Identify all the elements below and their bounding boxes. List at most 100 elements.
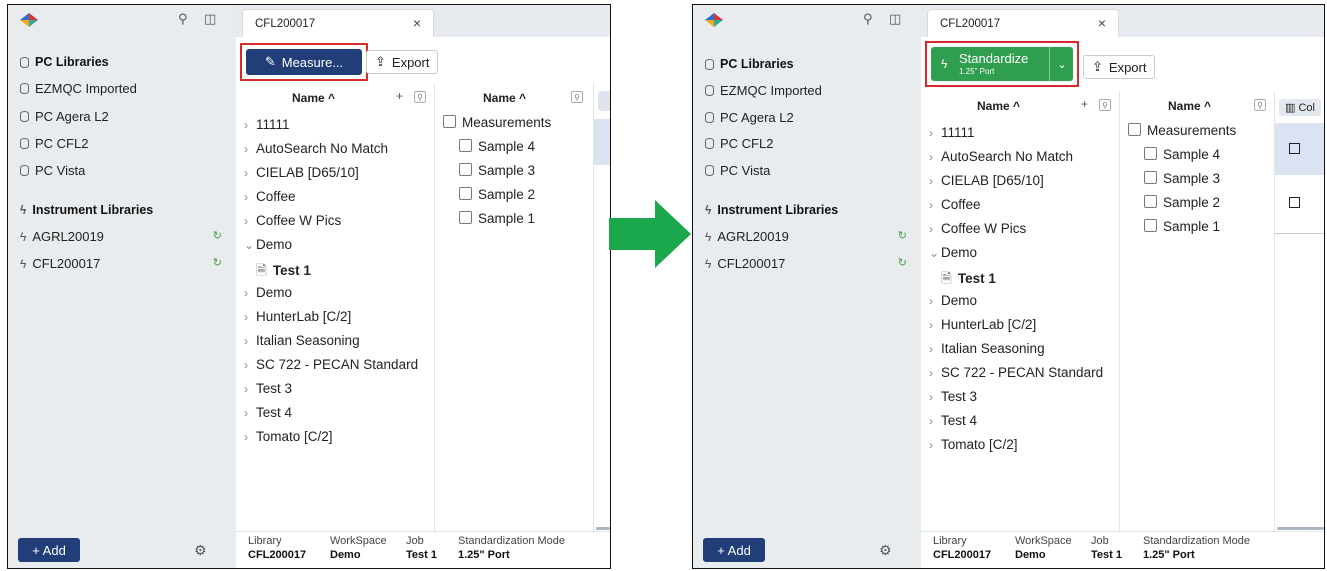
tree-item[interactable]: › SC 722 - PECAN Standard xyxy=(244,357,418,372)
export-button[interactable]: ⇪ Export xyxy=(366,50,439,74)
tree-item[interactable]: › 11111 xyxy=(244,117,290,132)
checkbox[interactable] xyxy=(1144,219,1157,232)
checkbox[interactable] xyxy=(1144,171,1157,184)
tree-item[interactable]: › Test 4 xyxy=(244,405,292,420)
tree-item[interactable]: › SC 722 - PECAN Standard xyxy=(929,365,1103,380)
sidebar-item-pc-vista[interactable]: PC Vista xyxy=(20,163,85,178)
tree-item[interactable]: › AutoSearch No Match xyxy=(929,149,1073,164)
sidebar-item-agrl20019[interactable]: ϟ AGRL20019 xyxy=(20,229,220,244)
tab-cfl200017[interactable]: CFL200017 × xyxy=(242,9,434,37)
database-icon xyxy=(705,85,714,96)
tree-item[interactable]: › Tomato [C/2] xyxy=(244,429,333,444)
checkbox[interactable] xyxy=(1144,147,1157,160)
tree-item[interactable]: › AutoSearch No Match xyxy=(244,141,388,156)
tree-item[interactable]: › Coffee W Pics xyxy=(244,213,341,228)
tree-item[interactable]: ⌄ Demo xyxy=(244,237,292,252)
checkbox[interactable] xyxy=(443,115,456,128)
sidebar-item-ezmqc[interactable]: EZMQC Imported xyxy=(705,83,822,98)
add-icon[interactable]: + xyxy=(1081,97,1088,111)
sync-icon[interactable]: ↻ xyxy=(898,229,907,242)
sample-item[interactable]: Sample 1 xyxy=(459,211,535,226)
add-icon[interactable]: + xyxy=(396,89,403,103)
toolbar: ϟ Standardize 1.25" Port ⌄ ⇪ Export xyxy=(921,37,1324,92)
tab-bar: CFL200017 × xyxy=(236,5,610,37)
grid-scrollbar[interactable] xyxy=(1277,527,1324,530)
measurements-item[interactable]: Measurements xyxy=(1128,123,1236,138)
name-sort-header[interactable]: Name ^ xyxy=(483,91,526,105)
export-button[interactable]: ⇪ Export xyxy=(1083,55,1156,79)
search-icon[interactable]: ⚲ xyxy=(178,11,188,27)
tree-item[interactable]: › 11111 xyxy=(929,125,975,140)
search-icon[interactable]: ⚲ xyxy=(414,91,426,103)
sidebar-item-pc-vista[interactable]: PC Vista xyxy=(705,163,770,178)
add-button[interactable]: + Add xyxy=(703,538,765,562)
sidebar-item-pc-cfl2[interactable]: PC CFL2 xyxy=(20,136,88,151)
close-icon[interactable]: × xyxy=(1098,15,1106,31)
close-icon[interactable]: × xyxy=(413,15,421,31)
database-icon xyxy=(705,138,714,149)
sample-item[interactable]: Sample 1 xyxy=(1144,219,1220,234)
measurements-item[interactable]: Measurements xyxy=(443,115,551,130)
sample-item[interactable]: Sample 2 xyxy=(1144,195,1220,210)
sidebar-item-cfl200017[interactable]: ϟ CFL200017 xyxy=(20,256,100,271)
checkbox[interactable] xyxy=(1144,195,1157,208)
tree-item[interactable]: › Test 3 xyxy=(929,389,977,404)
checkbox[interactable] xyxy=(459,139,472,152)
columns-button[interactable]: ▥ Col xyxy=(1279,99,1321,116)
sample-item[interactable]: Sample 2 xyxy=(459,187,535,202)
sync-icon[interactable]: ↻ xyxy=(213,229,222,242)
panel-toggle-icon[interactable]: ◫ xyxy=(889,11,901,27)
sample-item[interactable]: Sample 3 xyxy=(459,163,535,178)
checkbox[interactable] xyxy=(459,163,472,176)
sidebar-item-pc-cfl2[interactable]: PC CFL2 xyxy=(705,136,773,151)
search-icon[interactable]: ⚲ xyxy=(571,91,583,103)
tree-item[interactable]: › Italian Seasoning xyxy=(244,333,360,348)
search-icon[interactable]: ⚲ xyxy=(1099,99,1111,111)
tree-item[interactable]: › Test 4 xyxy=(929,413,977,428)
tab-cfl200017[interactable]: CFL200017 × xyxy=(927,9,1119,37)
sidebar-item-ezmqc[interactable]: EZMQC Imported xyxy=(20,81,137,96)
checkbox[interactable] xyxy=(459,211,472,224)
tree-item[interactable]: ⌄ Demo xyxy=(929,245,977,260)
app-logo-icon xyxy=(20,13,38,27)
tree-item-selected[interactable]: 🗎 Test 1 xyxy=(941,269,996,292)
tree-item[interactable]: › Tomato [C/2] xyxy=(929,437,1018,452)
sync-icon[interactable]: ↻ xyxy=(898,256,907,269)
sidebar: ⚲ ◫ PC Libraries EZMQC Imported PC Agera… xyxy=(693,5,922,568)
sidebar-item-pc-agera[interactable]: PC Agera L2 xyxy=(705,110,794,125)
tree-item[interactable]: › Coffee xyxy=(929,197,981,212)
tree-item[interactable]: › Italian Seasoning xyxy=(929,341,1045,356)
panel-toggle-icon[interactable]: ◫ xyxy=(204,11,216,27)
grid-scrollbar[interactable] xyxy=(596,527,610,530)
sample-item[interactable]: Sample 3 xyxy=(1144,171,1220,186)
tree-item[interactable]: › Test 3 xyxy=(244,381,292,396)
sync-icon[interactable]: ↻ xyxy=(213,256,222,269)
sidebar-item-cfl200017[interactable]: ϟ CFL200017 xyxy=(705,256,785,271)
add-button[interactable]: + Add xyxy=(18,538,80,562)
sidebar-item-agrl20019[interactable]: ϟ AGRL20019 xyxy=(705,229,789,244)
search-icon[interactable]: ⚲ xyxy=(1254,99,1266,111)
grid-header xyxy=(598,91,610,111)
tree-item[interactable]: › Demo xyxy=(929,293,977,308)
tree-item[interactable]: › HunterLab [C/2] xyxy=(929,317,1036,332)
gear-icon[interactable]: ⚙ xyxy=(194,542,207,559)
tree-item[interactable]: › HunterLab [C/2] xyxy=(244,309,351,324)
tree-item[interactable]: › Demo xyxy=(244,285,292,300)
sample-item[interactable]: Sample 4 xyxy=(1144,147,1220,162)
name-sort-header[interactable]: Name ^ xyxy=(977,99,1020,113)
name-sort-header[interactable]: Name ^ xyxy=(292,91,335,105)
search-icon[interactable]: ⚲ xyxy=(863,11,873,27)
name-sort-header[interactable]: Name ^ xyxy=(1168,99,1211,113)
tree-item[interactable]: › Coffee xyxy=(244,189,296,204)
checkbox[interactable] xyxy=(459,187,472,200)
checkbox[interactable] xyxy=(1289,197,1300,208)
tree-item-selected[interactable]: 🗎 Test 1 xyxy=(256,261,311,284)
tree-item[interactable]: › Coffee W Pics xyxy=(929,221,1026,236)
checkbox[interactable] xyxy=(1128,123,1141,136)
checkbox[interactable] xyxy=(1289,143,1300,154)
gear-icon[interactable]: ⚙ xyxy=(879,542,892,559)
sample-item[interactable]: Sample 4 xyxy=(459,139,535,154)
sidebar-item-pc-agera[interactable]: PC Agera L2 xyxy=(20,109,109,124)
tree-item[interactable]: › CIELAB [D65/10] xyxy=(244,165,359,180)
tree-item[interactable]: › CIELAB [D65/10] xyxy=(929,173,1044,188)
